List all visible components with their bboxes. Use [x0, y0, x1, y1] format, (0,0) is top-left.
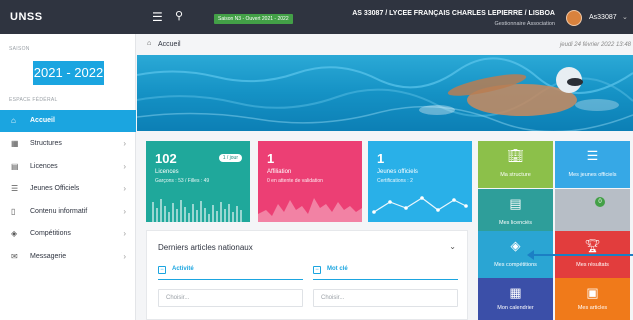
sidebar: SAISON 2021 - 2022 ESPACE FÉDÉRAL ⌂ Accu… — [0, 34, 136, 320]
id-card-icon: ▤ — [11, 162, 19, 171]
tile-label: Mes compétitions — [494, 262, 537, 268]
licences-card[interactable]: 102 1 / jour Licences Garçons : 53 / Fil… — [146, 141, 250, 222]
keyword-filter-label: Mot clé — [327, 266, 348, 272]
building-icon: ▦ — [11, 139, 19, 148]
tile-ma-structure[interactable]: 🏢︎ Ma structure — [478, 141, 553, 188]
sidebar-item-label: Structures — [30, 140, 62, 147]
sidebar-item-accueil[interactable]: ⌂ Accueil — [0, 110, 136, 132]
home-icon: ⌂ — [11, 116, 16, 125]
chevron-right-icon: › — [123, 162, 126, 171]
keyword-select-placeholder: Choisir... — [321, 295, 345, 301]
chevron-down-icon[interactable]: ⌄ — [622, 13, 628, 21]
building-icon: 🏢︎ — [507, 148, 524, 163]
affiliation-card[interactable]: 1 Affiliation 0 en attente de validation — [258, 141, 362, 222]
licences-title: Licences — [155, 169, 179, 175]
activity-select-placeholder: Choisir... — [166, 295, 190, 301]
licences-bar-sparkline — [152, 199, 242, 222]
tile-label: Ma structure — [500, 172, 531, 178]
space-label: ESPACE FÉDÉRAL — [9, 97, 58, 103]
season-badge: Saison N3 - Ouvert 2021 - 2022 — [214, 14, 293, 24]
menu-icon[interactable]: ☰ — [152, 10, 163, 24]
search-icon[interactable]: ⚲ — [175, 9, 183, 22]
sidebar-item-messagerie[interactable]: ✉ Messagerie › — [0, 246, 136, 268]
articles-panel: Derniers articles nationaux ⌄ − Activité… — [146, 230, 468, 320]
sidebar-item-structures[interactable]: ▦ Structures › — [0, 133, 136, 155]
tile-label: Mes articles — [577, 305, 608, 311]
jeunes-officiels-certifications: Certifications : 2 — [377, 178, 413, 184]
layers-icon: ◈ — [510, 238, 521, 253]
home-icon[interactable]: ⌂ — [147, 40, 151, 47]
jeunes-officiels-count: 1 — [377, 151, 385, 166]
activity-filter-tab[interactable]: − Activité — [158, 266, 303, 280]
stack-icon: ☰ — [11, 184, 19, 193]
sidebar-item-contenu-informatif[interactable]: ▯ Contenu informatif › — [0, 201, 136, 223]
chevron-down-icon[interactable]: ⌄ — [449, 242, 456, 251]
newspaper-icon: ▣ — [586, 285, 599, 300]
jeunes-officiels-title: Jeunes officiels — [377, 169, 418, 175]
affiliation-count: 1 — [267, 151, 275, 166]
layers-icon: ◈ — [11, 229, 18, 238]
affiliation-title: Affiliation — [267, 169, 292, 175]
sidebar-item-label: Licences — [30, 163, 58, 170]
season-label: SAISON — [9, 46, 30, 52]
pointer-arrow — [527, 250, 633, 260]
organization-name: AS 33087 / LYCEE FRANÇAIS CHARLES LEPIER… — [352, 10, 555, 17]
avatar[interactable] — [566, 10, 582, 26]
licences-breakdown: Garçons : 53 / Filles : 49 — [155, 178, 210, 184]
chevron-right-icon: › — [123, 252, 126, 261]
tile-label: Mon calendrier — [497, 305, 534, 311]
affiliation-pending: 0 en attente de validation — [267, 178, 323, 184]
breadcrumb: ⌂ Accueil jeudi 24 février 2022 13:48 — [137, 34, 633, 54]
jeunes-officiels-card[interactable]: 1 Jeunes officiels Certifications : 2 — [368, 141, 472, 222]
trophy-icon: 🏆︎ — [584, 238, 601, 253]
top-bar: UNSS ☰ ⚲ Saison N3 - Ouvert 2021 - 2022 … — [0, 0, 633, 34]
keyword-select[interactable]: Choisir... — [313, 289, 458, 307]
tile-mes-articles[interactable]: ▣ Mes articles — [555, 278, 630, 320]
organization-role: Gestionnaire Association — [494, 21, 555, 27]
chevron-right-icon: › — [123, 184, 126, 193]
chevron-right-icon: › — [123, 139, 126, 148]
sidebar-item-jeunes-officiels[interactable]: ☰ Jeunes Officiels › — [0, 178, 136, 200]
licences-rate-badge: 1 / jour — [218, 154, 242, 162]
activity-select[interactable]: Choisir... — [158, 289, 303, 307]
tile-label: Mes résultats — [576, 262, 609, 268]
filter-icon: − — [158, 266, 166, 274]
calendar-icon: ▦ — [509, 285, 522, 300]
sidebar-item-label: Accueil — [30, 117, 55, 124]
banner-image — [137, 55, 633, 131]
tile-mon-calendrier[interactable]: ▦ Mon calendrier — [478, 278, 553, 320]
current-date: jeudi 24 février 2022 13:48 — [559, 42, 631, 48]
keyword-filter-tab[interactable]: − Mot clé — [313, 266, 458, 280]
breadcrumb-current: Accueil — [158, 41, 181, 48]
season-selector[interactable]: 2021 - 2022 — [33, 61, 104, 85]
notification-badge: 0 — [595, 197, 605, 207]
licences-count: 102 — [155, 151, 177, 166]
tile-label: Mes licenciés — [498, 220, 532, 226]
tile-blank[interactable]: 0 — [555, 189, 630, 236]
document-icon: ▯ — [11, 207, 16, 216]
app-logo[interactable]: UNSS — [10, 11, 43, 23]
sidebar-item-label: Jeunes Officiels — [30, 185, 80, 192]
sidebar-item-competitions[interactable]: ◈ Compétitions › — [0, 223, 136, 245]
swimmer-illustration — [137, 57, 633, 131]
chevron-right-icon: › — [123, 229, 126, 238]
activity-filter-label: Activité — [172, 266, 194, 272]
mail-icon: ✉ — [11, 252, 18, 261]
articles-title: Derniers articles nationaux — [158, 243, 253, 252]
user-name[interactable]: As33087 — [589, 14, 617, 21]
sidebar-item-licences[interactable]: ▤ Licences › — [0, 156, 136, 178]
filter-icon: − — [313, 266, 321, 274]
sidebar-item-label: Contenu informatif — [30, 208, 88, 215]
tile-mes-licencies[interactable]: ▤ Mes licenciés — [478, 189, 553, 236]
book-icon: ▤ — [509, 196, 522, 211]
sidebar-item-label: Messagerie — [30, 253, 67, 260]
chevron-right-icon: › — [123, 207, 126, 216]
database-icon: ☰ — [586, 148, 599, 163]
affiliation-area-sparkline — [258, 198, 362, 222]
tile-mes-jeunes-officiels[interactable]: ☰ Mes jeunes officiels — [555, 141, 630, 188]
jeunes-officiels-line-sparkline — [372, 196, 468, 214]
sidebar-item-label: Compétitions — [30, 230, 71, 237]
tile-label: Mes jeunes officiels — [568, 172, 617, 178]
